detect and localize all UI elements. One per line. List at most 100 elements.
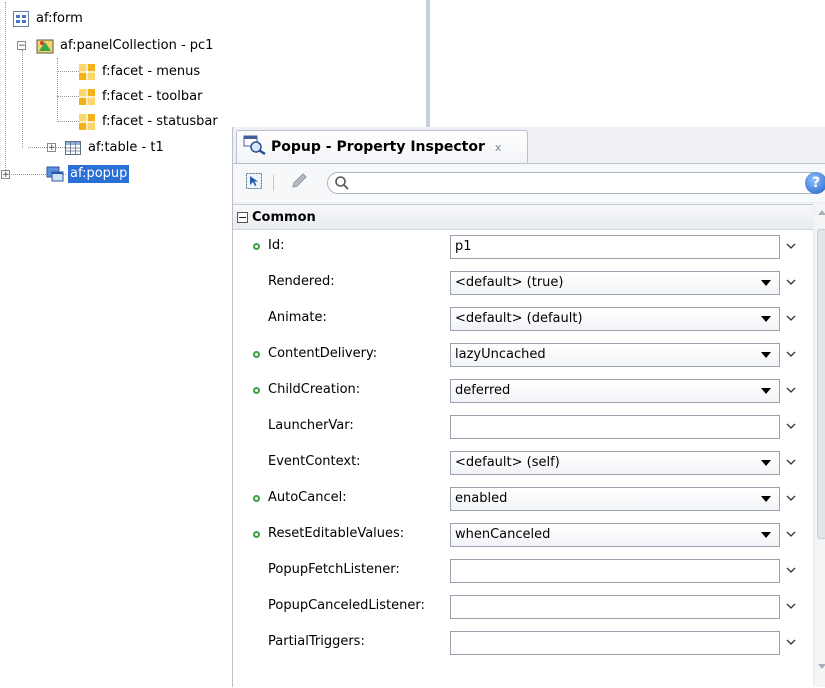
dropdown-arrow-icon: [761, 280, 771, 286]
select-icon: [245, 172, 263, 194]
tab-strip: Popup - Property Inspector x: [233, 127, 825, 164]
tree-item-facet-statusbar[interactable]: f:facet - statusbar: [78, 112, 220, 132]
expand-toggle[interactable]: +: [1, 170, 10, 180]
chevron-down-icon[interactable]: [784, 275, 798, 289]
dropdown-arrow-icon: [761, 496, 771, 502]
select-value: <default> (self): [455, 455, 560, 470]
property-label: EventContext:: [268, 454, 361, 469]
tree-item-table[interactable]: af:table - t1: [64, 138, 166, 158]
property-label: ResetEditableValues:: [268, 526, 405, 541]
tree-item-label: f:facet - toolbar: [102, 89, 203, 104]
tree-item-facet-toolbar[interactable]: f:facet - toolbar: [78, 87, 204, 107]
childcreation-select[interactable]: deferred: [450, 379, 780, 403]
tree-item-facet-menus[interactable]: f:facet - menus: [78, 62, 202, 82]
tree-connector: [57, 58, 58, 122]
collapse-icon[interactable]: −: [237, 211, 248, 223]
toolbar-separator: [273, 175, 274, 191]
property-row-reseteditablevalues: ResetEditableValues: whenCanceled: [233, 521, 813, 548]
modified-indicator: [253, 243, 260, 250]
popup-icon: [46, 165, 64, 183]
property-row-id: Id: p1: [233, 233, 813, 260]
property-row-contentdelivery: ContentDelivery: lazyUncached: [233, 341, 813, 368]
modified-indicator: [253, 495, 260, 502]
dropdown-arrow-icon: [761, 352, 771, 358]
eventcontext-select[interactable]: <default> (self): [450, 451, 780, 475]
modified-indicator: [253, 387, 260, 394]
help-button[interactable]: ?: [805, 172, 825, 194]
search-input[interactable]: [327, 172, 825, 194]
select-value: deferred: [455, 383, 511, 398]
modified-indicator: [253, 351, 260, 358]
tree-connector: [5, 2, 6, 174]
popupcanceledlistener-field[interactable]: [450, 595, 780, 619]
chevron-down-icon[interactable]: [784, 563, 798, 577]
property-label: PartialTriggers:: [268, 634, 365, 649]
scroll-down-icon[interactable]: [818, 664, 825, 669]
dropdown-arrow-icon: [761, 532, 771, 538]
facet-icon: [78, 113, 96, 131]
tree-item-label: f:facet - statusbar: [102, 114, 218, 129]
tree-item-form[interactable]: af:form: [12, 9, 85, 29]
chevron-down-icon[interactable]: [784, 455, 798, 469]
property-list: − Common Id: p1 Rendered: <default> (tru…: [233, 204, 813, 688]
select-component-button[interactable]: [243, 173, 265, 193]
chevron-down-icon[interactable]: [784, 347, 798, 361]
animate-select[interactable]: <default> (default): [450, 307, 780, 331]
search-icon: [334, 175, 350, 195]
select-value: lazyUncached: [455, 347, 546, 362]
property-row-popupcanceledlistener: PopupCanceledListener:: [233, 593, 813, 620]
property-row-partialtriggers: PartialTriggers:: [233, 629, 813, 656]
chevron-down-icon[interactable]: [784, 239, 798, 253]
facet-icon: [78, 63, 96, 81]
rendered-select[interactable]: <default> (true): [450, 271, 780, 295]
property-row-rendered: Rendered: <default> (true): [233, 269, 813, 296]
inspector-icon: [243, 135, 267, 159]
chevron-down-icon[interactable]: [784, 635, 798, 649]
property-row-launchervar: LauncherVar:: [233, 413, 813, 440]
section-common[interactable]: − Common: [233, 205, 813, 230]
tab-title: Popup - Property Inspector: [271, 139, 485, 155]
property-label: Animate:: [268, 310, 327, 325]
partialtriggers-field[interactable]: [450, 631, 780, 655]
chevron-down-icon[interactable]: [784, 599, 798, 613]
collapse-toggle[interactable]: −: [17, 41, 26, 51]
chevron-down-icon[interactable]: [784, 383, 798, 397]
launchervar-field[interactable]: [450, 415, 780, 439]
property-label: PopupCanceledListener:: [268, 598, 425, 613]
popupfetchlistener-field[interactable]: [450, 559, 780, 583]
form-icon: [12, 10, 30, 28]
property-label: ChildCreation:: [268, 382, 361, 397]
tree-item-label: f:facet - menus: [102, 64, 201, 79]
tree-item-label: af:panelCollection - pc1: [60, 38, 214, 53]
autocancel-select[interactable]: enabled: [450, 487, 780, 511]
id-field[interactable]: p1: [450, 235, 780, 259]
scroll-up-icon[interactable]: [818, 210, 825, 215]
tree-item-panelcollection[interactable]: af:panelCollection - pc1: [36, 36, 215, 56]
facet-icon: [78, 88, 96, 106]
panel-collection-icon: [36, 37, 54, 55]
modified-indicator: [253, 531, 260, 538]
expand-toggle[interactable]: +: [47, 143, 56, 153]
select-value: enabled: [455, 491, 508, 506]
close-icon[interactable]: x: [495, 141, 502, 154]
table-icon: [64, 139, 82, 157]
dropdown-arrow-icon: [761, 460, 771, 466]
chevron-down-icon[interactable]: [784, 419, 798, 433]
property-label: LauncherVar:: [268, 418, 354, 433]
property-row-eventcontext: EventContext: <default> (self): [233, 449, 813, 476]
chevron-down-icon[interactable]: [784, 491, 798, 505]
scrollbar-thumb[interactable]: [817, 229, 825, 539]
splitter[interactable]: [426, 0, 430, 128]
vertical-scrollbar[interactable]: [815, 204, 825, 687]
tab-property-inspector[interactable]: Popup - Property Inspector x: [236, 130, 528, 163]
reseteditablevalues-select[interactable]: whenCanceled: [450, 523, 780, 547]
edit-button[interactable]: [288, 173, 310, 193]
select-value: <default> (true): [455, 275, 564, 290]
tree-item-popup[interactable]: af:popup: [46, 164, 130, 184]
tree-item-label: af:form: [36, 11, 83, 26]
contentdelivery-select[interactable]: lazyUncached: [450, 343, 780, 367]
select-value: <default> (default): [455, 311, 583, 326]
pencil-icon: [290, 172, 308, 194]
chevron-down-icon[interactable]: [784, 527, 798, 541]
chevron-down-icon[interactable]: [784, 311, 798, 325]
